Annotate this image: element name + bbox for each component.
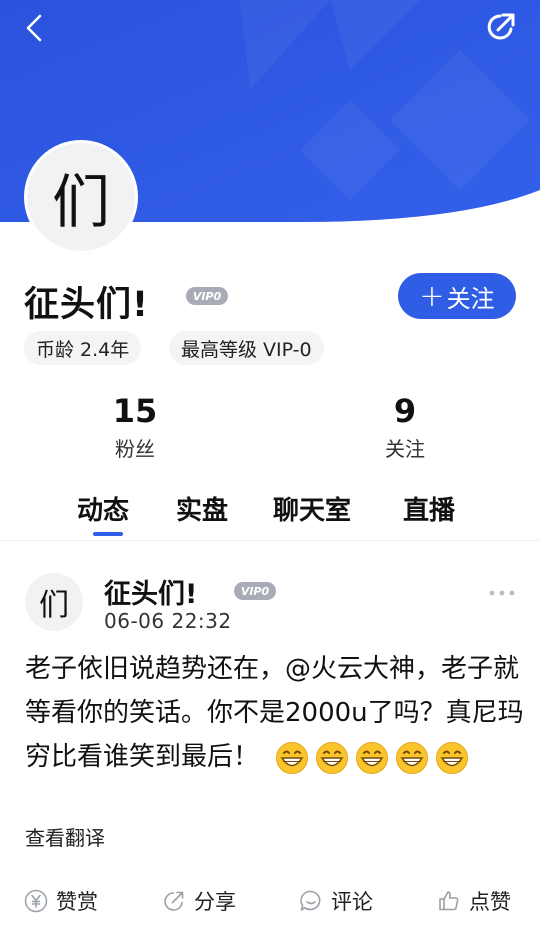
avatar-char: 们 [39,588,69,623]
grin-emoji [276,741,309,774]
comment-label: 评论 [331,890,373,914]
grin-emoji [396,741,429,774]
more-options-button[interactable] [488,585,516,601]
share-post-button[interactable]: 分享 [162,884,236,918]
view-translation-link[interactable]: 查看翻译 [25,822,105,851]
followers-label: 粉丝 [115,437,155,461]
stat-following[interactable]: 9 关注 [345,393,465,462]
tip-label: 赞赏 [56,890,98,914]
tab-live-stream[interactable]: 直播 [403,490,455,527]
share-arrow-icon [487,13,515,40]
active-tab-indicator [93,532,123,536]
profile-avatar[interactable]: 们 [24,140,138,254]
max-level-tag: 最高等级 VIP-0 [169,331,324,365]
post-timestamp: 06-06 22:32 [104,609,232,633]
comment-button[interactable]: 评论 [299,884,373,918]
profile-name: 征头们! [24,285,149,325]
avatar-char: 们 [51,168,110,236]
chevron-left-icon [26,14,42,42]
like-button[interactable]: 点赞 [437,884,511,918]
thumbs-up-icon [439,891,459,911]
yen-coin-icon [24,889,48,913]
back-button[interactable] [14,8,54,48]
emoji-row [275,741,469,775]
following-count: 9 [393,392,417,430]
grin-emoji [316,741,349,774]
follow-label: 关注 [446,284,495,313]
grin-emoji [356,741,389,774]
post-author-name[interactable]: 征头们! [104,572,197,611]
more-dots-icon [489,590,515,596]
follow-button[interactable]: + 关注 [398,273,516,319]
tab-dynamics[interactable]: 动态 [77,490,129,527]
tip-button[interactable]: 赞赏 [24,884,98,918]
post-content: 老子依旧说趋势还在，@火云大神，老子就等看你的笑话。你不是2000u了吗？真尼玛… [25,647,525,779]
tab-chat-room[interactable]: 聊天室 [273,490,351,527]
share-button[interactable] [480,6,522,48]
like-label: 点赞 [469,890,511,914]
divider [0,540,540,541]
coin-age-tag: 币龄 2.4年 [24,331,142,365]
vip-badge: VIP0 [186,287,228,305]
post-avatar[interactable]: 们 [25,573,83,631]
share-label: 分享 [194,890,236,914]
followers-count: 15 [112,392,158,430]
comment-icon [300,890,321,911]
share-icon [164,891,184,911]
grin-emoji [436,741,469,774]
following-label: 关注 [385,437,425,461]
stat-followers[interactable]: 15 粉丝 [75,393,195,462]
vip-badge: VIP0 [234,582,276,600]
tab-live-trading[interactable]: 实盘 [176,490,228,527]
plus-icon: + [419,278,445,314]
